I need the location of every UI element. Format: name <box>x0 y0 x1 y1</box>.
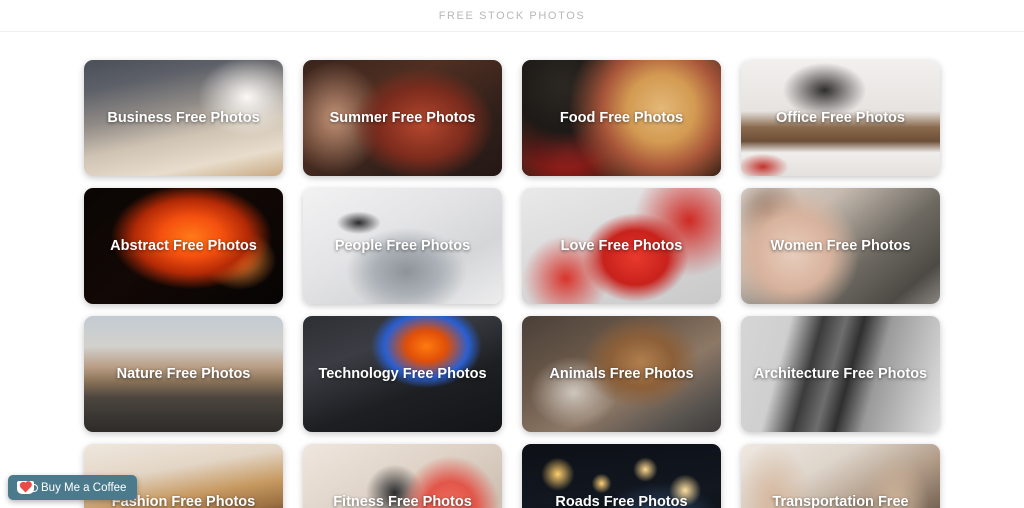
category-card-label: Fitness Free Photos <box>333 493 472 508</box>
category-card-label: Love Free Photos <box>560 237 683 254</box>
category-card-label: Nature Free Photos <box>116 365 251 382</box>
category-card[interactable]: Women Free Photos <box>741 188 940 304</box>
category-card[interactable]: Transportation Free <box>741 444 940 508</box>
category-card[interactable]: Nature Free Photos <box>84 316 283 432</box>
category-card-label: Technology Free Photos <box>318 365 487 382</box>
buy-me-a-coffee-button[interactable]: Buy Me a Coffee <box>8 475 138 500</box>
category-card-label: People Free Photos <box>334 237 471 254</box>
category-card[interactable]: Abstract Free Photos <box>84 188 283 304</box>
buy-me-a-coffee-label: Buy Me a Coffee <box>41 481 127 494</box>
category-card-label: Business Free Photos <box>107 109 260 126</box>
category-card-label: Abstract Free Photos <box>110 237 257 254</box>
category-card[interactable]: Business Free Photos <box>84 60 283 176</box>
category-card[interactable]: Office Free Photos <box>741 60 940 176</box>
category-card-label: Animals Free Photos <box>549 365 694 382</box>
category-card[interactable]: Architecture Free Photos <box>741 316 940 432</box>
category-card-label: Summer Free Photos <box>329 109 476 126</box>
page-title: FREE STOCK PHOTOS <box>438 9 586 22</box>
category-card[interactable]: Summer Free Photos <box>303 60 502 176</box>
category-card[interactable]: Animals Free Photos <box>522 316 721 432</box>
category-card[interactable]: Food Free Photos <box>522 60 721 176</box>
category-card-label: Roads Free Photos <box>555 493 688 508</box>
gallery-section: Business Free Photos Summer Free Photos Fo… <box>0 32 1024 508</box>
category-card-label: Office Free Photos <box>776 109 905 126</box>
category-card[interactable]: Love Free Photos <box>522 188 721 304</box>
category-card-label: Food Free Photos <box>559 109 684 126</box>
category-card[interactable]: People Free Photos <box>303 188 502 304</box>
category-card-label: Women Free Photos <box>770 237 911 254</box>
category-card[interactable]: Technology Free Photos <box>303 316 502 432</box>
category-card[interactable]: Roads Free Photos <box>522 444 721 508</box>
heart-shape <box>20 482 31 492</box>
category-card[interactable]: Fitness Free Photos <box>303 444 502 508</box>
category-card-label: Architecture Free Photos <box>753 365 928 382</box>
photo-category-grid: Business Free Photos Summer Free Photos Fo… <box>84 60 940 508</box>
site-header: FREE STOCK PHOTOS <box>0 0 1024 32</box>
coffee-cup-heart-icon <box>17 481 38 494</box>
category-card-label: Transportation Free <box>772 493 909 508</box>
